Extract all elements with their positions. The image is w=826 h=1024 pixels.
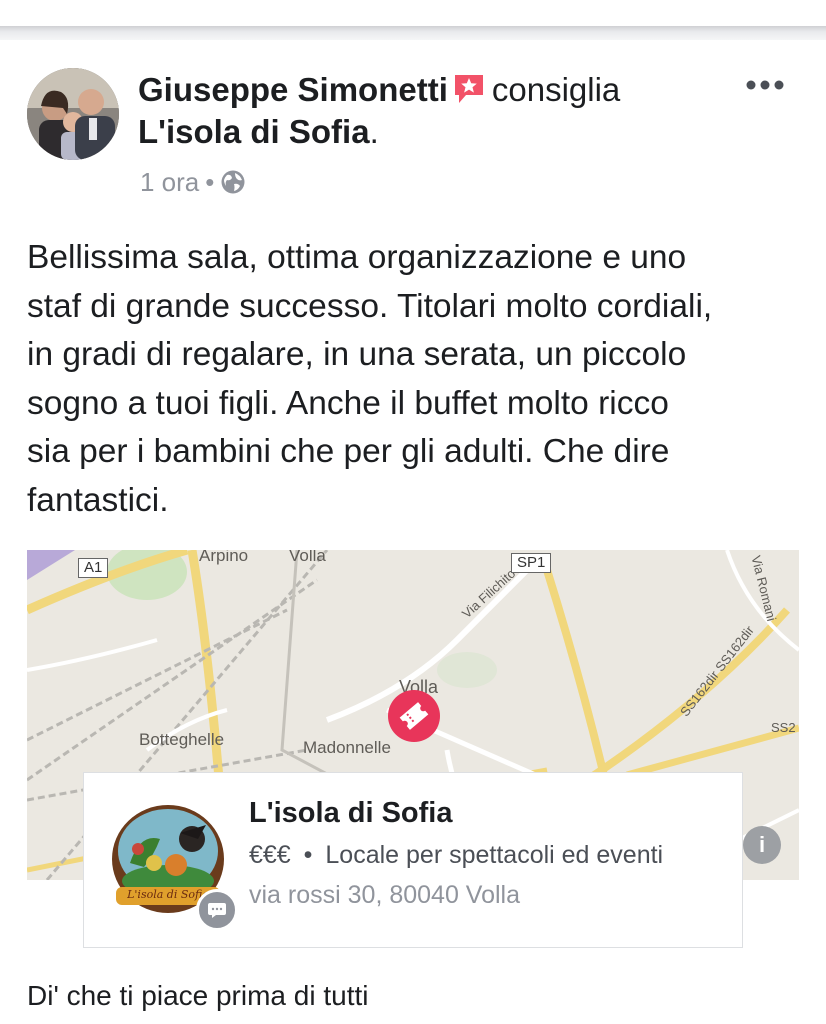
recommended-page: L'isola di Sofia. [138, 112, 379, 152]
post-text: Bellissima sala, ottima organizzazione e… [27, 239, 713, 519]
place-address: via rossi 30, 80040 Volla [249, 881, 521, 909]
meta-separator: • [205, 167, 215, 197]
map-label-volla-top: Volla [289, 550, 326, 565]
place-card[interactable]: L'isola di Sofia L'isola di Sofia €€€ • … [83, 772, 743, 948]
map-shield-sp1: SP1 [511, 553, 552, 573]
map-pin[interactable] [388, 690, 440, 742]
post-timestamp[interactable]: 1 ora [140, 167, 199, 197]
author-name[interactable]: Giuseppe Simonetti [138, 71, 448, 108]
ticket-icon [399, 702, 429, 730]
place-category: Locale per spettacoli ed eventi [325, 841, 664, 869]
post-header: Giuseppe Simonetti consiglia [138, 70, 620, 110]
recommend-action: consiglia [491, 71, 621, 108]
star-badge-icon [452, 73, 486, 105]
category-separator: • [303, 841, 313, 869]
map-shield-a1: A1 [78, 558, 109, 578]
page-link[interactable]: L'isola di Sofia [138, 113, 370, 150]
globe-icon[interactable] [220, 169, 246, 195]
map-label-botteghelle: Botteghelle [139, 730, 225, 749]
more-options-icon[interactable] [744, 70, 786, 100]
page-link-suffix: . [369, 113, 379, 150]
avatar-photo [27, 68, 119, 160]
map-label-ss2: SS2 [771, 720, 796, 735]
like-prompt[interactable]: Di' che ti piace prima di tutti [27, 978, 368, 1014]
info-icon[interactable]: i [743, 826, 781, 864]
map-label-arpino: Arpino [199, 550, 249, 565]
post-meta: 1 ora • [140, 166, 246, 198]
place-title[interactable]: L'isola di Sofia [249, 795, 452, 831]
place-price: €€€ [249, 841, 291, 869]
avatar[interactable] [27, 68, 119, 160]
place-category-line: €€€ • Locale per spettacoli ed eventi [249, 839, 663, 871]
message-icon[interactable] [196, 889, 238, 931]
map-label-madonnelle: Madonnelle [303, 738, 391, 757]
top-divider [0, 26, 826, 40]
top-bar [0, 0, 826, 26]
